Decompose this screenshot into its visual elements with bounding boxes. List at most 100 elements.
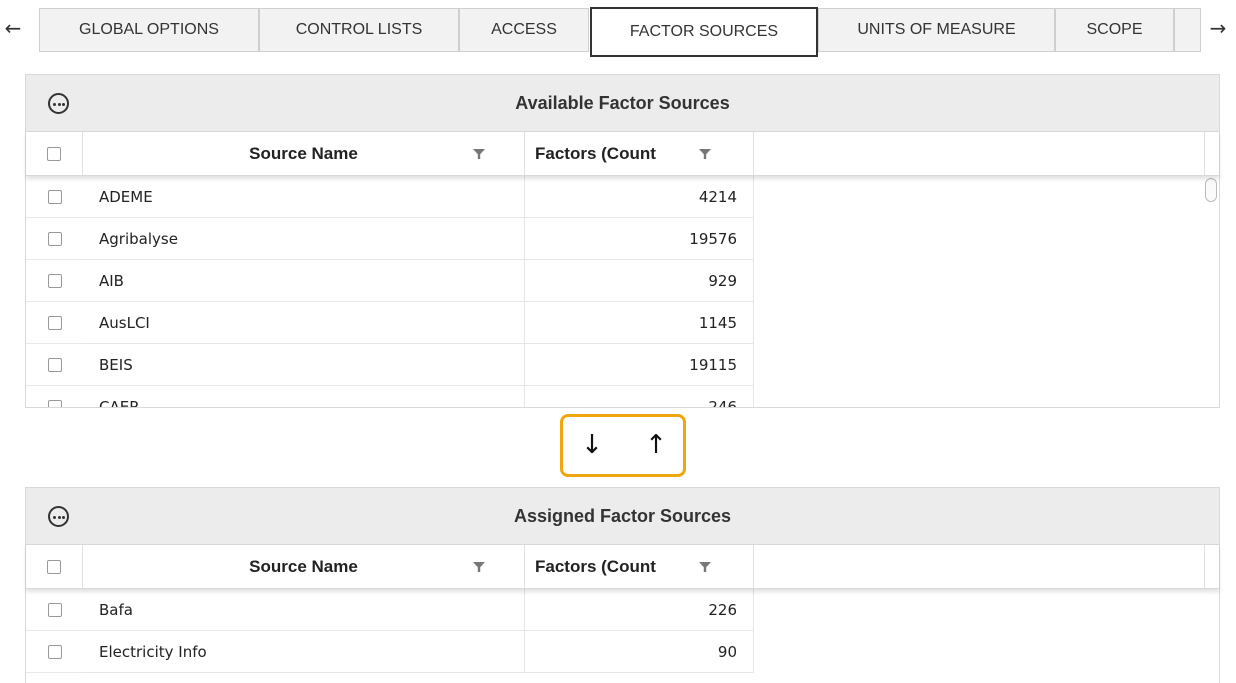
source-name-cell: Electricity Info [83,631,525,673]
tab-factor-sources[interactable]: FACTOR SOURCES [590,7,818,57]
row-checkbox[interactable] [47,231,62,246]
column-header-label: Factors (Count [535,556,656,576]
column-header-empty [754,132,1205,175]
table-row[interactable]: AIB 929 [26,260,1219,302]
row-checkbox-cell [26,631,83,673]
factors-count-cell: 19115 [525,344,754,386]
table-row[interactable]: Agribalyse 19576 [26,218,1219,260]
row-checkbox[interactable] [47,602,62,617]
row-empty-space [754,386,1219,407]
source-name-cell: Agribalyse [83,218,525,260]
tab-label: SCOPE [1086,21,1143,38]
row-checkbox[interactable] [47,357,62,372]
select-all-cell [26,132,83,175]
column-header-source-name[interactable]: Source Name [83,545,525,588]
row-empty-space [754,589,1219,631]
panel-title: Assigned Factor Sources [513,506,732,526]
arrow-up-icon: ↑ [645,430,667,460]
factors-count-cell: 246 [525,386,754,407]
source-name-cell: Bafa [83,589,525,631]
move-down-button[interactable]: ↓ [574,427,610,463]
tab-bar: ← GLOBAL OPTIONS CONTROL LISTS ACCESS FA… [0,0,1236,58]
filter-icon[interactable] [698,147,712,161]
more-options-icon[interactable] [48,506,69,527]
tab-units-of-measure[interactable]: UNITS OF MEASURE [818,8,1055,52]
tab-label: CONTROL LISTS [295,21,423,38]
tab-control-lists[interactable]: CONTROL LISTS [259,8,459,52]
column-header-empty [754,545,1205,588]
factors-count-cell: 226 [525,589,754,631]
assigned-sources-grid: Bafa 226 Electricity Info 90 [26,589,1219,683]
scroll-tabs-right-icon[interactable]: → [1208,8,1228,48]
tab-label: ACCESS [491,21,557,38]
row-checkbox-cell [26,589,83,631]
source-name-cell: AusLCI [83,302,525,344]
filter-icon[interactable] [698,560,712,574]
header-scroll-gutter [1205,132,1219,175]
panel-title: Available Factor Sources [515,93,730,113]
column-header-factors-count[interactable]: Factors (Count [525,132,754,175]
factors-count-cell: 90 [525,631,754,673]
row-checkbox-cell [26,302,83,344]
row-checkbox[interactable] [47,399,62,407]
row-checkbox-cell [26,344,83,386]
factors-count-cell: 4214 [525,176,754,218]
table-row[interactable]: BEIS 19115 [26,344,1219,386]
table-row[interactable]: Electricity Info 90 [26,631,1219,673]
row-checkbox[interactable] [47,644,62,659]
table-row[interactable]: ADEME 4214 [26,176,1219,218]
row-checkbox-cell [26,176,83,218]
row-empty-space [754,260,1219,302]
factors-count-cell: 1145 [525,302,754,344]
column-header-source-name[interactable]: Source Name [83,132,525,175]
row-checkbox[interactable] [47,189,62,204]
assigned-sources-panel: Assigned Factor Sources Source Name Fact… [25,487,1220,683]
available-sources-grid: ADEME 4214 Agribalyse 19576 AIB 929 AusL… [26,176,1219,407]
column-header-label: Factors (Count [535,143,656,163]
tab-scope[interactable]: SCOPE [1055,8,1174,52]
select-all-cell [26,545,83,588]
table-row[interactable]: CAEP 246 [26,386,1219,407]
table-row[interactable]: Bafa 226 [26,589,1219,631]
panel-header: Available Factor Sources [26,75,1219,132]
row-empty-space [754,631,1219,673]
filter-icon[interactable] [472,560,486,574]
source-name-cell: BEIS [83,344,525,386]
tab-global-options[interactable]: GLOBAL OPTIONS [39,8,259,52]
tab-label: FACTOR SOURCES [629,23,779,40]
tab-overflow[interactable] [1174,8,1201,52]
panel-header: Assigned Factor Sources [26,488,1219,545]
scroll-tabs-left-icon[interactable]: ← [3,8,23,48]
row-checkbox[interactable] [47,273,62,288]
row-checkbox-cell [26,260,83,302]
tab-label: GLOBAL OPTIONS [79,21,219,38]
table-row[interactable]: AusLCI 1145 [26,302,1219,344]
vertical-scrollbar[interactable] [1205,178,1217,202]
move-buttons-group: ↓ ↑ [560,414,686,477]
row-empty-space [754,344,1219,386]
source-name-cell: ADEME [83,176,525,218]
row-empty-space [754,218,1219,260]
source-name-cell: CAEP [83,386,525,407]
column-header-label: Source Name [249,556,358,576]
available-sources-panel: Available Factor Sources Source Name Fac… [25,74,1220,408]
row-empty-space [754,176,1219,218]
column-header-factors-count[interactable]: Factors (Count [525,545,754,588]
filter-icon[interactable] [472,147,486,161]
row-checkbox[interactable] [47,315,62,330]
column-header-label: Source Name [249,143,358,163]
tab-label: UNITS OF MEASURE [857,21,1016,38]
tab-access[interactable]: ACCESS [459,8,589,52]
select-all-checkbox[interactable] [47,146,61,161]
column-header-row: Source Name Factors (Count [26,545,1219,589]
row-empty-space [754,302,1219,344]
arrow-down-icon: ↓ [581,430,603,460]
row-checkbox-cell [26,218,83,260]
factors-count-cell: 19576 [525,218,754,260]
row-checkbox-cell [26,386,83,407]
select-all-checkbox[interactable] [47,559,61,574]
move-up-button[interactable]: ↑ [638,427,674,463]
source-name-cell: AIB [83,260,525,302]
header-scroll-gutter [1205,545,1219,588]
more-options-icon[interactable] [48,93,69,114]
